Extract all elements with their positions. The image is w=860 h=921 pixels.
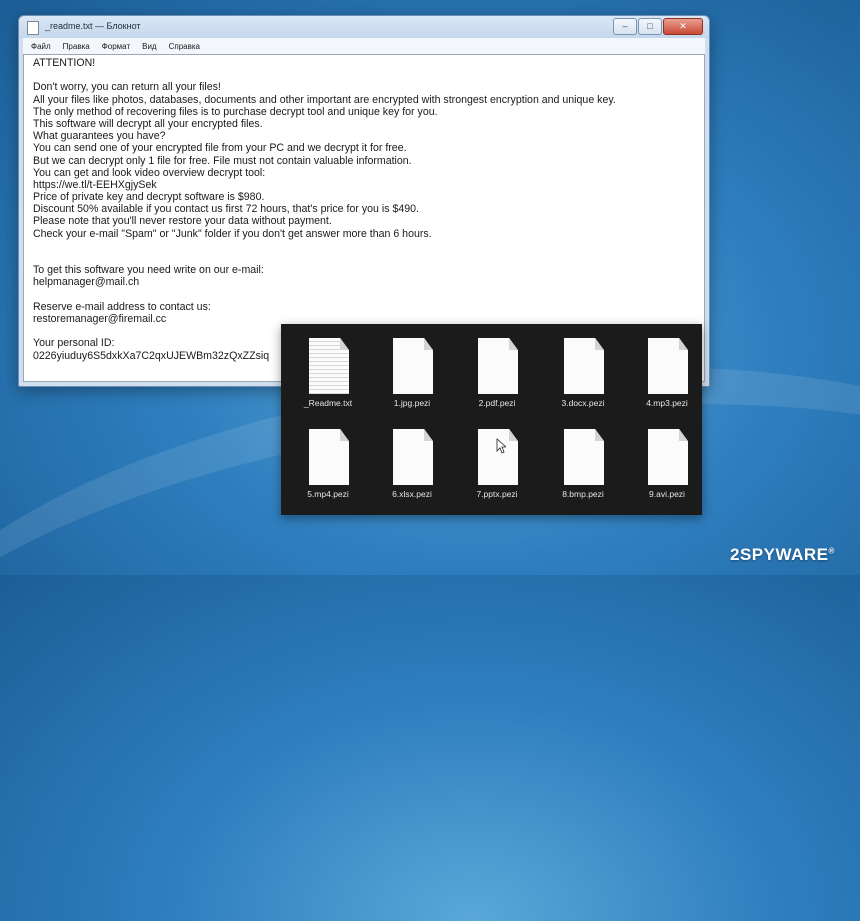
note-line: https://we.tl/t-EEHXgjySek	[33, 178, 157, 191]
note-line	[33, 69, 616, 81]
note-line	[33, 240, 616, 252]
title-bar[interactable]: _readme.txt — Блокнот – □ ✕	[19, 16, 709, 38]
note-line: You can get and look video overview decr…	[33, 166, 266, 179]
file-name: 6.xlsx.pezi	[392, 489, 432, 499]
file-item[interactable]: 3.docx.pezi	[547, 326, 619, 414]
note-line: Reserve e-mail address to contact us:	[33, 300, 211, 313]
file-name: 2.pdf.pezi	[478, 398, 516, 408]
note-line: What guarantees you have?	[33, 130, 166, 143]
note-line: But we can decrypt only 1 file for free.…	[33, 154, 412, 167]
note-line	[33, 289, 616, 301]
file-name: 1.jpg.pezi	[393, 398, 431, 408]
file-item[interactable]: 9.avi.pezi	[631, 417, 703, 505]
file-item[interactable]: 1.jpg.pezi	[376, 326, 448, 414]
note-line: The only method of recovering files is t…	[33, 105, 438, 118]
note-line: Please note that you'll never restore yo…	[33, 215, 332, 228]
note-line: Check your e-mail "Spam" or "Junk" folde…	[33, 227, 432, 240]
note-line: You can send one of your encrypted file …	[33, 142, 407, 155]
note-line: To get this software you need write on o…	[33, 264, 264, 277]
notepad-icon	[27, 21, 39, 35]
close-button[interactable]: ✕	[663, 18, 703, 35]
ransom-note-text: ATTENTION! Don't worry, you can return al…	[33, 57, 616, 362]
file-item[interactable]: 7.pptx.pezi	[461, 417, 533, 505]
page-fold-icon	[679, 429, 688, 441]
menu-edit[interactable]: Правка	[63, 42, 90, 51]
maximize-button[interactable]: □	[638, 18, 662, 35]
menu-bar: Файл Правка Формат Вид Справка	[23, 38, 705, 54]
menu-format[interactable]: Формат	[102, 42, 130, 51]
note-line: Price of private key and decrypt softwar…	[33, 191, 265, 204]
note-line: helpmanager@mail.ch	[33, 276, 140, 289]
window-title: _readme.txt — Блокнот	[45, 21, 141, 31]
file-name: 7.pptx.pezi	[476, 489, 518, 499]
file-item[interactable]: 8.bmp.pezi	[547, 417, 619, 505]
file-name: _Readme.txt	[303, 398, 353, 408]
file-item[interactable]: _Readme.txt	[292, 326, 364, 414]
file-name: 5.mp4.pezi	[307, 489, 349, 499]
menu-help[interactable]: Справка	[169, 42, 200, 51]
page-fold-icon	[595, 429, 604, 441]
note-line: This software will decrypt all your encr…	[33, 117, 263, 130]
note-line: All your files like photos, databases, d…	[33, 93, 616, 106]
file-name: 3.docx.pezi	[561, 398, 605, 408]
minimize-button[interactable]: –	[613, 18, 637, 35]
file-name: 9.avi.pezi	[649, 489, 685, 499]
file-name: 4.mp3.pezi	[646, 398, 688, 408]
page-fold-icon	[595, 338, 604, 350]
note-line: ATTENTION!	[33, 57, 96, 69]
note-line: Discount 50% available if you contact us…	[33, 203, 419, 216]
note-line: Don't worry, you can return all your fil…	[33, 81, 221, 94]
menu-view[interactable]: Вид	[142, 42, 156, 51]
menu-file[interactable]: Файл	[31, 42, 51, 51]
mouse-cursor-icon	[496, 438, 506, 454]
file-item[interactable]: 2.pdf.pezi	[461, 326, 533, 414]
file-explorer-panel: _Readme.txt 1.jpg.pezi 2.pdf.pezi 3.docx.pe…	[281, 324, 702, 515]
file-item[interactable]: 4.mp3.pezi	[631, 326, 703, 414]
file-name: 8.bmp.pezi	[562, 489, 604, 499]
page-fold-icon	[679, 338, 688, 350]
file-item[interactable]: 5.mp4.pezi	[292, 417, 364, 505]
file-item[interactable]: 6.xlsx.pezi	[376, 417, 448, 505]
note-line	[33, 252, 616, 264]
site-watermark-logo: 2SPYWARE®	[730, 545, 835, 564]
